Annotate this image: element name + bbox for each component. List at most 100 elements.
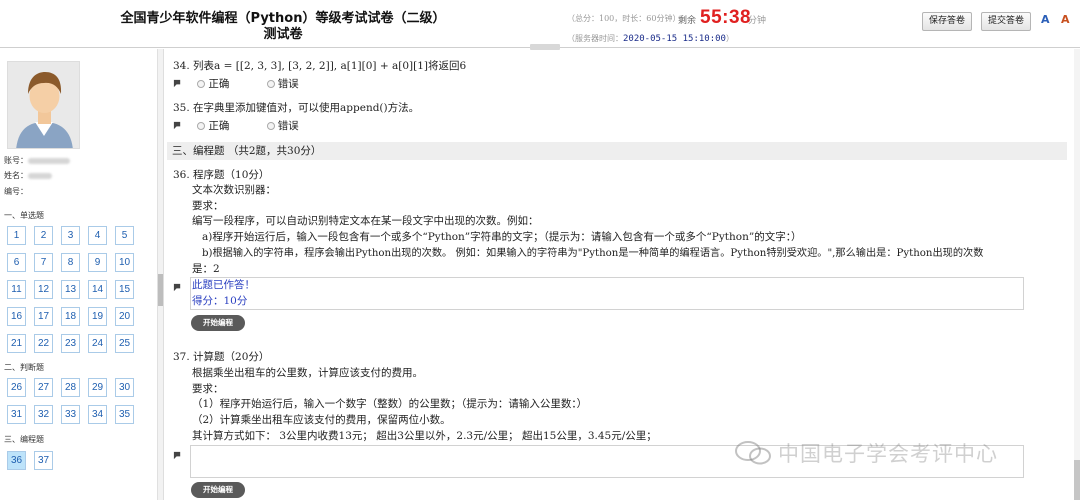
q37-start-coding-button[interactable]: 开始编程 [191,482,245,498]
q36-line: b)根据输入的字符串，程序会输出Python出现的次数。 例如：如果输入的字符串… [202,248,984,259]
q36-answer-box [190,277,1024,310]
question-nav-button[interactable]: 22 [34,334,53,353]
q36-score: 得分：10分 [192,295,248,307]
programming-grid: 36 37 [7,451,134,470]
radio-icon[interactable] [266,122,275,130]
question-nav-button[interactable]: 31 [7,405,26,424]
question-nav-button[interactable]: 33 [61,405,80,424]
timer-unit: 分钟 [748,16,767,26]
q37-line: （2）计算乘坐出租车应该支付的费用，保留两位小数。 [192,414,451,426]
main-scrollbar[interactable] [1074,49,1080,500]
question-37-title: 37. 计算题（20分） [173,351,270,363]
section-label-single-choice: 一、单选题 [4,211,44,220]
exam-title: 全国青少年软件编程（Python）等级考试试卷（二级） 测试卷 [118,11,448,43]
question-nav-button[interactable]: 1 [7,226,26,245]
font-increase-icon[interactable]: A [1041,13,1050,26]
exam-header: 全国青少年软件编程（Python）等级考试试卷（二级） 测试卷 （总分：100，… [0,0,1080,50]
avatar [7,61,80,149]
q37-line: （1）程序开始运行后，输入一个数字（整数）的公里数；（提示为：请输入公里数：） [192,398,588,410]
q36-line: 文本次数识别器： [192,184,276,196]
exam-title-line2: 测试卷 [263,27,303,42]
countdown-timer: 55:38 [700,7,752,28]
submit-answers-button[interactable]: 提交答卷 [981,12,1031,31]
question-nav-button[interactable]: 24 [88,334,107,353]
user-avatar-icon [8,62,79,148]
q36-line: 是：2 [192,263,220,275]
question-nav-button[interactable]: 34 [88,405,107,424]
question-nav-button[interactable]: 21 [7,334,26,353]
name-value-redacted [28,173,52,179]
mark-flag-icon[interactable] [173,451,182,460]
scrollbar-thumb[interactable] [1074,460,1080,500]
account-label: 账号： [4,156,28,165]
question-nav-button[interactable]: 30 [115,378,134,397]
server-time-close: ） [725,34,734,43]
question-area: 34. 列表a = [[2, 3, 3], [3, 2, 2]], a[1][0… [164,49,1074,500]
question-nav-button[interactable]: 32 [34,405,53,424]
question-nav-button[interactable]: 25 [115,334,134,353]
radio-icon[interactable] [197,80,206,88]
question-nav-button[interactable]: 9 [88,253,107,272]
wechat-icon [735,441,771,465]
true-false-grid: 26 27 28 29 30 31 32 33 34 35 [7,378,134,424]
question-nav-button[interactable]: 27 [34,378,53,397]
mark-flag-icon[interactable] [173,283,182,292]
mark-flag-icon[interactable] [173,121,182,130]
question-nav-button[interactable]: 20 [115,307,134,326]
question-nav-button[interactable]: 10 [115,253,134,272]
question-nav-button[interactable]: 2 [34,226,53,245]
save-answers-button[interactable]: 保存答卷 [922,12,972,31]
question-35-options: 正确 错误 [173,118,299,133]
server-time: 2020-05-15 15:10:00 [623,34,726,44]
option-label: 正确 [208,78,230,90]
exam-title-line1: 全国青少年软件编程（Python）等级考试试卷（二级） [120,11,446,26]
question-nav-button[interactable]: 36 [7,451,26,470]
radio-icon[interactable] [197,122,206,130]
question-36-title: 36. 程序题（10分） [173,169,270,181]
question-nav-button[interactable]: 7 [34,253,53,272]
question-nav-button[interactable]: 28 [61,378,80,397]
q36-line: a)程序开始运行后，输入一段包含有一个或多个“Python”字符串的文字；（提示… [202,231,802,243]
font-decrease-icon[interactable]: A [1061,13,1070,26]
question-34-options: 正确 错误 [173,76,299,91]
question-nav-button[interactable]: 3 [61,226,80,245]
question-nav-button[interactable]: 19 [88,307,107,326]
question-nav-button[interactable]: 37 [34,451,53,470]
name-line: 姓名： [4,170,52,181]
server-time-label: （服务器时间： [567,34,623,43]
q36-start-coding-button[interactable]: 开始编程 [191,315,245,331]
q37-line: 其计算方式如下： 3公里内收费13元； 超出3公里以外，2.3元/公里； 超出1… [192,430,657,442]
question-nav-button[interactable]: 23 [61,334,80,353]
question-nav-button[interactable]: 26 [7,378,26,397]
question-nav-button[interactable]: 17 [34,307,53,326]
splitter-grip[interactable] [158,274,163,306]
q34-option-true[interactable]: 正确 [197,78,229,90]
name-label: 姓名： [4,171,28,180]
question-34-text: 34. 列表a = [[2, 3, 3], [3, 2, 2]], a[1][0… [173,60,467,72]
question-nav-sidebar: 账号： 姓名： 编号： 一、单选题 1 2 3 4 5 6 7 8 9 10 11 12 13 14 15 1… [0,49,158,500]
mark-flag-icon[interactable] [173,79,182,88]
option-label: 错误 [277,120,299,132]
question-nav-button[interactable]: 12 [34,280,53,299]
q36-line: 编写一段程序，可以自动识别特定文本在某一段文字中出现的次数。例如： [192,215,539,227]
question-nav-button[interactable]: 11 [7,280,26,299]
radio-icon[interactable] [266,80,275,88]
question-nav-button[interactable]: 14 [88,280,107,299]
watermark-text: 中国电子学会考评中心 [778,442,998,466]
question-nav-button[interactable]: 13 [61,280,80,299]
q37-line: 根据乘坐出租车的公里数，计算应该支付的费用。 [192,367,423,379]
question-nav-button[interactable]: 35 [115,405,134,424]
question-nav-button[interactable]: 4 [88,226,107,245]
question-nav-button[interactable]: 5 [115,226,134,245]
question-nav-button[interactable]: 8 [61,253,80,272]
q35-option-false[interactable]: 错误 [266,120,299,132]
q35-option-true[interactable]: 正确 [197,120,229,132]
id-line: 编号： [4,186,28,197]
question-nav-button[interactable]: 18 [61,307,80,326]
question-nav-button[interactable]: 6 [7,253,26,272]
question-nav-button[interactable]: 29 [88,378,107,397]
q34-option-false[interactable]: 错误 [266,78,299,90]
question-nav-button[interactable]: 16 [7,307,26,326]
exam-meta: （总分：100，时长：60分钟） [567,14,681,23]
question-nav-button[interactable]: 15 [115,280,134,299]
